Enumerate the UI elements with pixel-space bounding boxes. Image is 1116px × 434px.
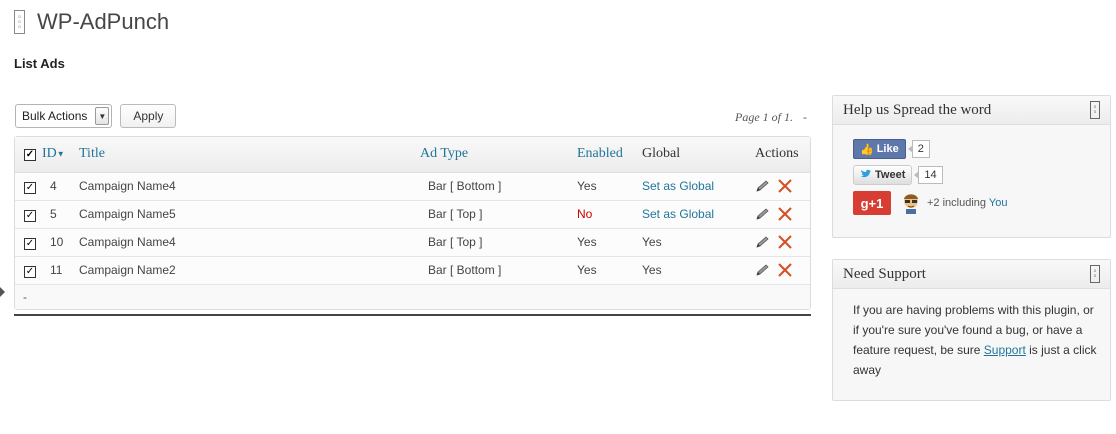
table-row: ✓ 5 Campaign Name5 Bar [ Top ] No Set as… — [15, 200, 810, 228]
gplus-you-link[interactable]: You — [989, 197, 1008, 209]
edit-icon[interactable] — [755, 179, 771, 193]
table-row: ✓ 11 Campaign Name2 Bar [ Bottom ] Yes Y… — [15, 256, 810, 284]
column-actions: Actions — [755, 137, 810, 173]
plugin-icon: ▫ ▫ ▫ — [14, 10, 25, 34]
bulk-actions-toolbar: Bulk Actions ▼ Apply — [15, 104, 177, 128]
column-ad-type[interactable]: Ad Type — [420, 137, 577, 173]
thumbs-up-icon: 👍 — [860, 143, 874, 156]
row-checkbox[interactable]: ✓ — [24, 181, 36, 194]
ads-table: ✓ ID▼ Title Ad Type Enabled Global Actio… — [14, 136, 811, 310]
column-id[interactable]: ID▼ — [42, 137, 79, 173]
column-title[interactable]: Title — [79, 137, 420, 173]
gplus-count-text: +2 including — [927, 197, 987, 209]
bulk-actions-label: Bulk Actions — [22, 109, 88, 123]
sort-caret-icon: ▼ — [56, 149, 65, 159]
table-header-row: ✓ ID▼ Title Ad Type Enabled Global Actio… — [15, 137, 810, 173]
pagination: Page 1 of 1. - — [735, 110, 807, 125]
page-subtitle: List Ads — [14, 56, 65, 71]
collapse-arrow-icon[interactable] — [0, 287, 5, 297]
row-title: Campaign Name2 — [79, 263, 176, 277]
tweet-button[interactable]: Tweet — [853, 165, 913, 185]
plugin-icon: ▫ ▫ — [1090, 101, 1100, 119]
row-ad-type: Bar [ Top ] — [428, 235, 483, 249]
bulk-actions-select[interactable]: Bulk Actions ▼ — [15, 104, 113, 128]
delete-icon[interactable] — [777, 262, 793, 278]
edit-icon[interactable] — [755, 207, 771, 221]
select-all-checkbox[interactable]: ✓ — [24, 149, 36, 162]
row-checkbox[interactable]: ✓ — [24, 209, 36, 222]
row-id: 4 — [50, 179, 57, 193]
support-text: If you are having problems with this plu… — [833, 289, 1110, 392]
support-box-title: Need Support — [843, 265, 926, 282]
page-header: ▫ ▫ ▫ WP-AdPunch — [14, 6, 169, 38]
tweet-count: 14 — [914, 166, 943, 184]
plugin-icon: ▫ ▫ — [1090, 265, 1100, 283]
row-global: Yes — [642, 235, 662, 249]
gplus-text: +2 including You — [927, 197, 1007, 209]
delete-icon[interactable] — [777, 234, 793, 250]
google-plus-button[interactable]: g+1 — [853, 191, 891, 215]
row-id: 5 — [50, 207, 57, 221]
row-ad-type: Bar [ Top ] — [428, 207, 483, 221]
row-ad-type: Bar [ Bottom ] — [428, 263, 502, 277]
row-title: Campaign Name5 — [79, 207, 176, 221]
tweet-label: Tweet — [875, 169, 906, 181]
facebook-like-button[interactable]: 👍 Like — [853, 139, 906, 159]
pagination-suffix: - — [803, 110, 807, 124]
row-title: Campaign Name4 — [79, 179, 176, 193]
row-enabled: No — [577, 207, 593, 221]
delete-icon[interactable] — [777, 206, 793, 222]
spread-the-word-box: Help us Spread the word ▫ ▫ 👍 Like 2 Twee… — [832, 95, 1111, 238]
like-count: 2 — [907, 140, 930, 158]
select-all-cell: ✓ — [15, 137, 42, 173]
row-ad-type: Bar [ Bottom ] — [428, 179, 502, 193]
table-footer: - — [23, 289, 27, 304]
row-global: Yes — [642, 263, 662, 277]
table-row: ✓ 10 Campaign Name4 Bar [ Top ] Yes Yes — [15, 228, 810, 256]
row-checkbox[interactable]: ✓ — [24, 265, 36, 278]
chevron-down-icon[interactable]: ▼ — [95, 107, 110, 125]
pagination-text: Page 1 of 1. — [735, 110, 793, 124]
table-footer-row: - — [15, 284, 810, 309]
column-global: Global — [642, 137, 755, 173]
twitter-bird-icon — [860, 169, 872, 182]
edit-icon[interactable] — [755, 263, 771, 277]
set-as-global-link[interactable]: Set as Global — [642, 200, 755, 228]
page-title: WP-AdPunch — [37, 9, 170, 34]
support-link[interactable]: Support — [984, 343, 1026, 357]
row-enabled: Yes — [577, 179, 597, 193]
row-enabled: Yes — [577, 235, 597, 249]
need-support-box: Need Support ▫ ▫ If you are having proble… — [832, 259, 1111, 401]
set-as-global-link[interactable]: Set as Global — [642, 172, 755, 200]
row-id: 11 — [50, 263, 63, 277]
divider — [14, 314, 811, 316]
edit-icon[interactable] — [755, 235, 771, 249]
avatar — [901, 192, 921, 214]
row-checkbox[interactable]: ✓ — [24, 237, 36, 250]
apply-button[interactable]: Apply — [120, 104, 177, 128]
row-id: 10 — [50, 235, 64, 249]
delete-icon[interactable] — [777, 178, 793, 194]
column-id-label: ID — [42, 146, 57, 162]
row-title: Campaign Name4 — [79, 235, 176, 249]
spread-box-title: Help us Spread the word — [843, 101, 992, 118]
column-enabled[interactable]: Enabled — [577, 137, 642, 173]
row-enabled: Yes — [577, 263, 597, 277]
like-label: Like — [876, 143, 899, 155]
table-row: ✓ 4 Campaign Name4 Bar [ Bottom ] Yes Se… — [15, 172, 810, 200]
